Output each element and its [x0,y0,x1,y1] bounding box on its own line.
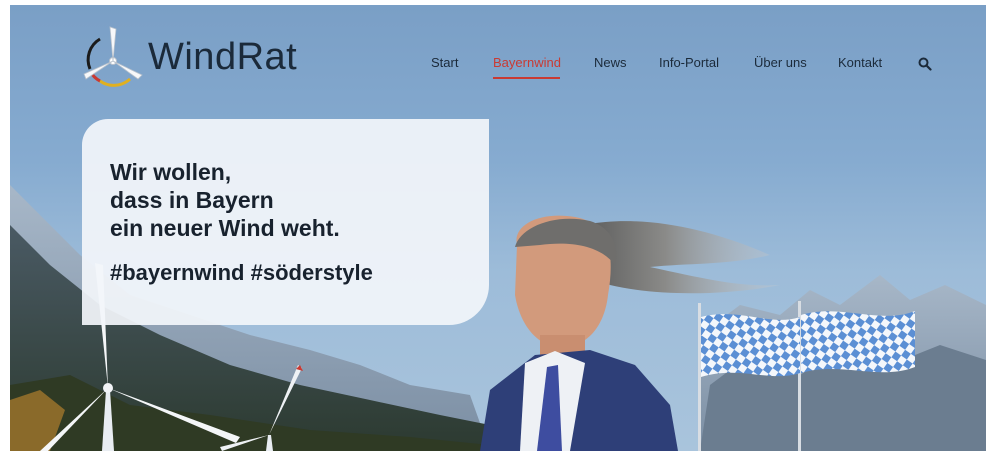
wind-turbine-icon [83,26,143,87]
headline-line-2: dass in Bayern [110,187,274,213]
nav-item-news[interactable]: News [594,55,627,70]
headline-line-1: Wir wollen, [110,159,232,185]
hero-section: WindRat Start Bayernwind News Info-Porta… [10,5,986,451]
nav-item-ueber-uns[interactable]: Über uns [754,55,807,70]
active-nav-underline [493,77,560,79]
nav-item-kontakt[interactable]: Kontakt [838,55,882,70]
nav-item-start[interactable]: Start [431,55,458,70]
hashtags: #bayernwind #söderstyle [110,260,373,285]
brand-logo[interactable]: WindRat [82,25,297,89]
brand-name: WindRat [148,35,298,78]
nav-item-info-portal[interactable]: Info-Portal [659,55,719,70]
nav-item-bayernwind[interactable]: Bayernwind [493,55,561,70]
top-navigation: WindRat Start Bayernwind News Info-Porta… [10,5,986,125]
search-icon[interactable] [918,57,932,71]
headline-line-3: ein neuer Wind weht. [110,215,340,241]
